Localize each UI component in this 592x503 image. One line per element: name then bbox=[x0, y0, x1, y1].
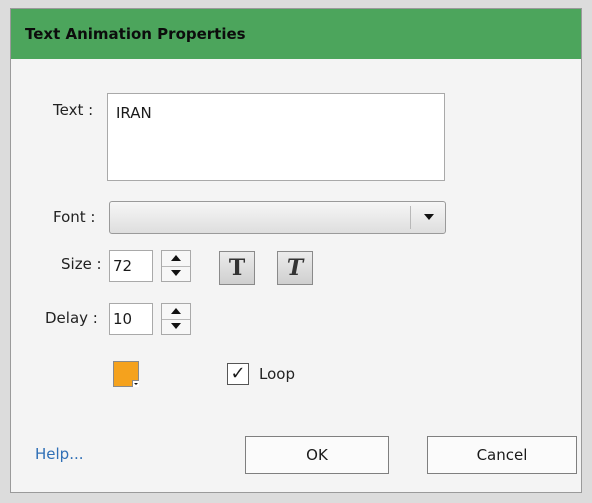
color-dropdown-icon bbox=[132, 380, 139, 387]
bold-button[interactable]: T bbox=[219, 251, 255, 285]
cancel-button[interactable]: Cancel bbox=[427, 436, 577, 474]
loop-label[interactable]: Loop bbox=[259, 365, 295, 383]
font-dropdown[interactable] bbox=[109, 201, 446, 234]
arrow-up-icon bbox=[171, 308, 181, 314]
size-spinner[interactable] bbox=[161, 250, 191, 282]
font-label: Font : bbox=[53, 208, 96, 226]
arrow-down-icon bbox=[171, 323, 181, 329]
delay-input[interactable]: 10 bbox=[109, 303, 153, 335]
italic-button[interactable]: T bbox=[277, 251, 313, 285]
text-label: Text : bbox=[53, 101, 94, 119]
loop-checkbox[interactable]: ✓ bbox=[227, 363, 249, 385]
ok-button[interactable]: OK bbox=[245, 436, 389, 474]
delay-label: Delay : bbox=[45, 309, 98, 327]
dropdown-divider bbox=[410, 206, 411, 229]
arrow-down-icon bbox=[171, 270, 181, 276]
text-input[interactable]: IRAN bbox=[107, 93, 445, 181]
delay-spinner[interactable] bbox=[161, 303, 191, 335]
size-decrement-button[interactable] bbox=[162, 266, 190, 281]
color-picker-button[interactable] bbox=[113, 361, 139, 387]
italic-icon: T bbox=[286, 255, 304, 281]
size-input[interactable]: 72 bbox=[109, 250, 153, 282]
bold-icon: T bbox=[228, 255, 246, 281]
size-increment-button[interactable] bbox=[162, 251, 190, 267]
delay-increment-button[interactable] bbox=[162, 304, 190, 320]
dialog-title: Text Animation Properties bbox=[11, 9, 581, 59]
delay-decrement-button[interactable] bbox=[162, 319, 190, 334]
chevron-down-icon[interactable] bbox=[424, 214, 434, 220]
arrow-up-icon bbox=[171, 255, 181, 261]
help-link[interactable]: Help... bbox=[35, 445, 84, 463]
size-label: Size : bbox=[61, 255, 102, 273]
text-animation-dialog: Text Animation Properties Text : IRAN Fo… bbox=[10, 8, 582, 493]
